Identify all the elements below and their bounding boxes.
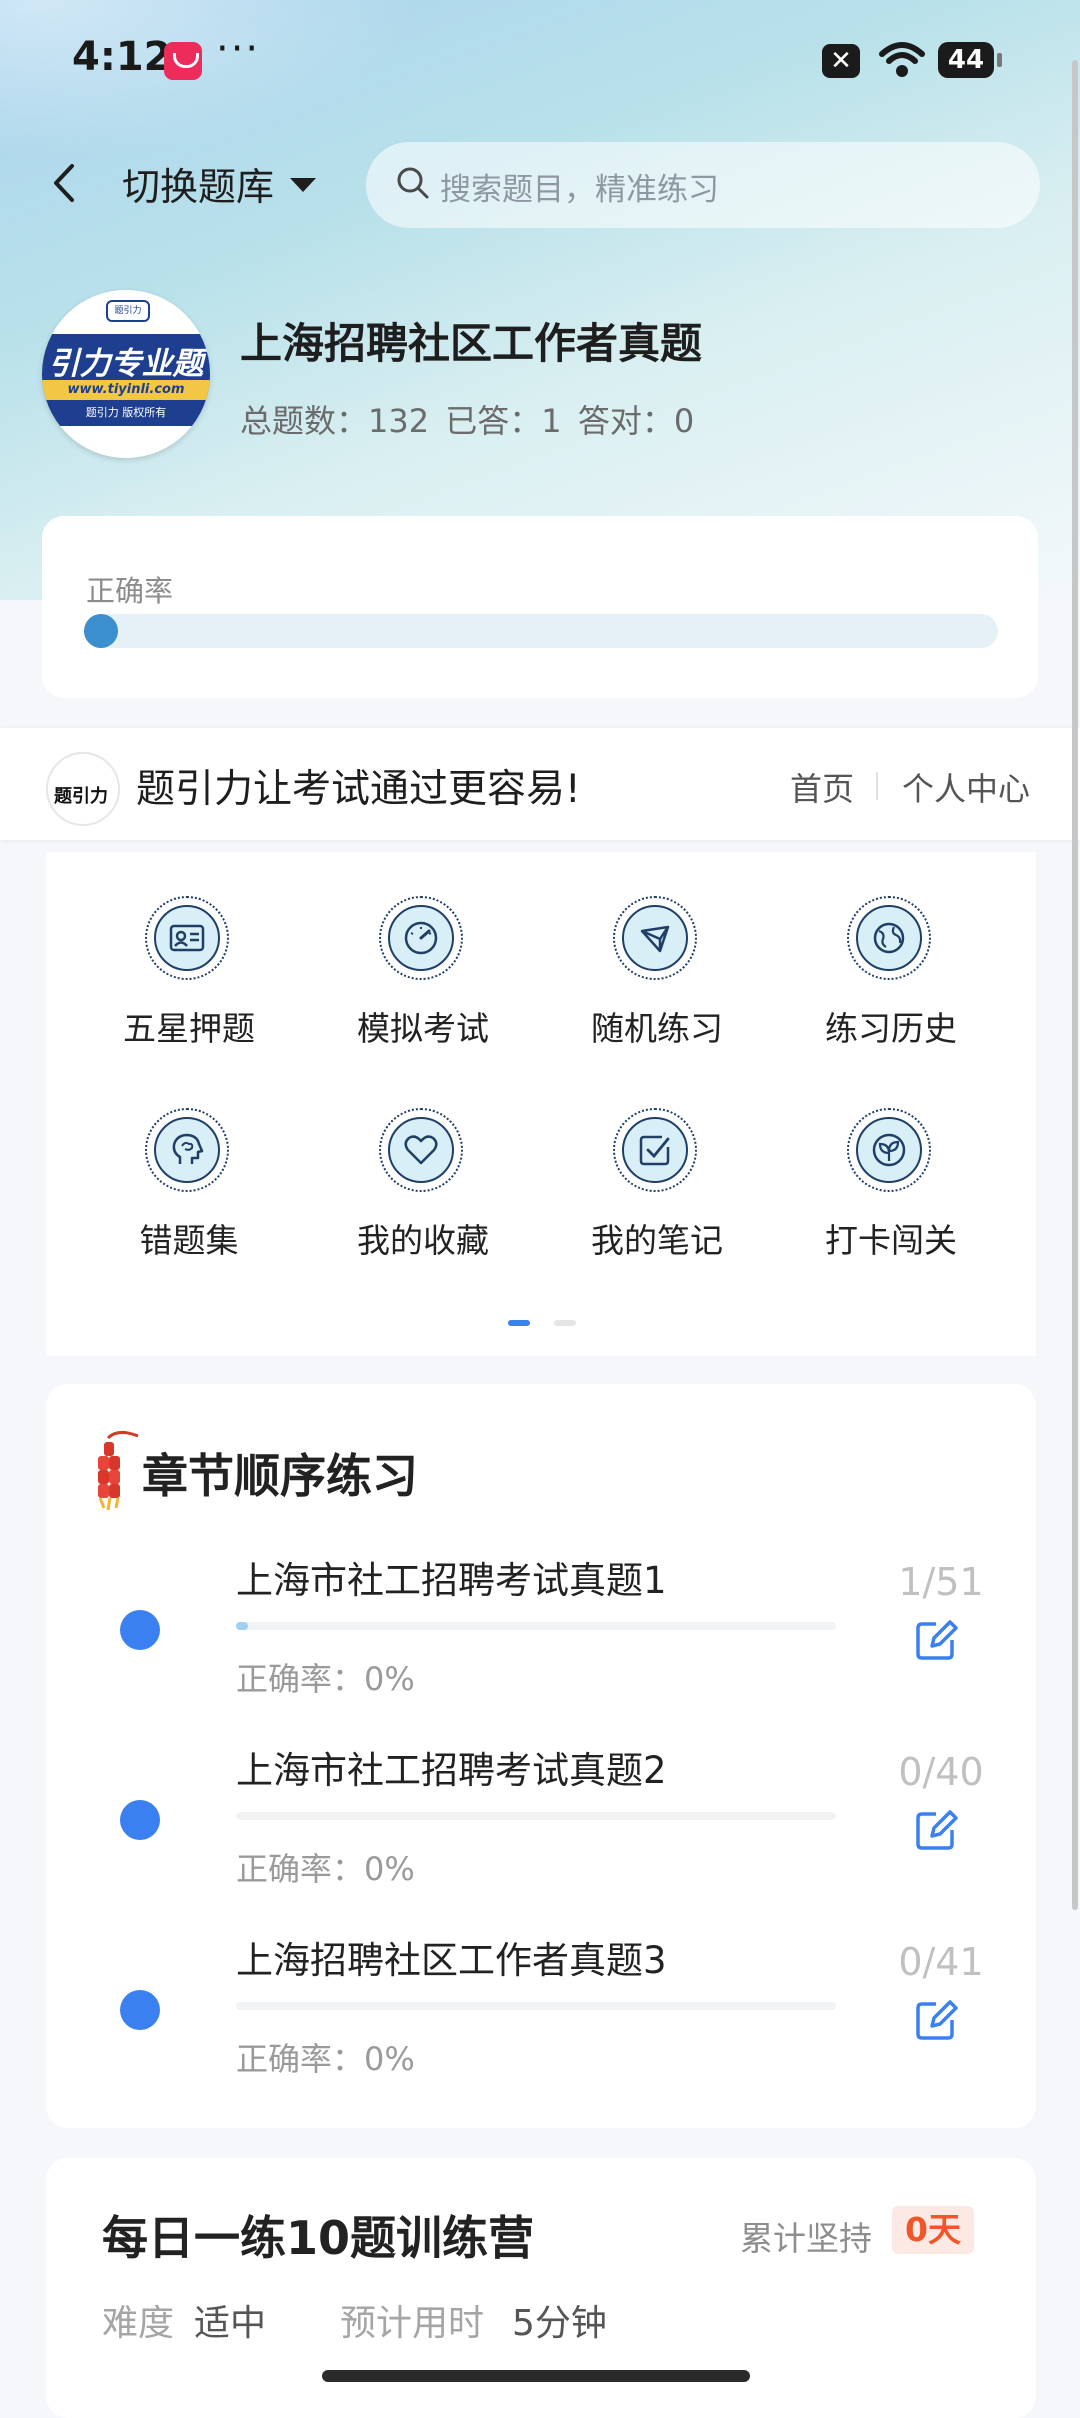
search-placeholder: 搜索题目，精准练习 [440, 172, 719, 208]
feature-mock-exam[interactable]: 模拟考试 [323, 852, 523, 1048]
chapter-progress-track [236, 1812, 836, 1820]
total-count: 总题数：132 [240, 402, 430, 440]
chapter-progress-track [236, 2002, 836, 2010]
answered-count: 已答：1 [445, 402, 562, 440]
feature-label: 错题集 [139, 1221, 239, 1260]
switch-bank-button[interactable]: 切换题库 [122, 156, 274, 211]
feature-wrong-questions[interactable]: 错题集 [89, 1064, 289, 1260]
chapter-item[interactable]: 上海市社工招聘考试真题1 正确率：0% 1/51 [46, 1550, 1036, 1740]
chapter-name: 上海市社工招聘考试真题2 [236, 1749, 667, 1792]
feature-notes[interactable]: 我的笔记 [557, 1064, 757, 1260]
app-banner: 题引力 题引力让考试通过更容易! 首页 个人中心 [0, 728, 1080, 840]
app-notification-icon [164, 42, 202, 80]
feature-label: 五星押题 [123, 1009, 255, 1048]
accuracy-progress-indicator [84, 614, 118, 648]
speedometer-icon [404, 921, 438, 955]
feature-random-practice[interactable]: 随机练习 [557, 852, 757, 1048]
feature-label: 模拟考试 [357, 1009, 489, 1048]
chapter-name: 上海招聘社区工作者真题3 [236, 1939, 667, 1982]
battery-icon: 44 [938, 42, 1002, 78]
scrollbar[interactable] [1072, 60, 1078, 1910]
chapter-bullet [120, 1610, 160, 1650]
search-bar[interactable]: 搜索题目，精准练习 [366, 142, 1040, 228]
time-value: 5分钟 [512, 2303, 607, 2344]
bank-logo: 题引力 引力专业题 www.tiyinli.com 题引力 版权所有 [42, 290, 210, 458]
edit-icon[interactable] [912, 1806, 960, 1854]
chapter-item[interactable]: 上海市社工招聘考试真题2 正确率：0% 0/40 [46, 1740, 1036, 1930]
logo-main-text: 引力专业题 [48, 346, 204, 382]
clock: 4:12 [72, 34, 172, 80]
chapter-accuracy: 正确率：0% [236, 1660, 415, 1698]
chapter-item[interactable]: 上海招聘社区工作者真题3 正确率：0% 0/41 [46, 1930, 1036, 2120]
chapter-accuracy: 正确率：0% [236, 2040, 415, 2078]
firecracker-icon [98, 1431, 139, 1511]
chapter-progress-track [236, 1622, 836, 1630]
accuracy-card: 正确率 [42, 516, 1038, 698]
head-brain-icon [172, 1133, 204, 1164]
bank-stats: 总题数：132 已答：1 答对：0 [240, 396, 700, 442]
daily-title: 每日一练10题训练营 [102, 2211, 535, 2265]
sprout-icon [872, 1133, 906, 1167]
bank-title: 上海招聘社区工作者真题 [240, 319, 703, 368]
chapter-count: 0/41 [898, 1940, 984, 1984]
chapter-section-title: 章节顺序练习 [142, 1449, 418, 1503]
logo-url: www.tiyinli.com [67, 382, 185, 397]
logo-badge: 题引力 [106, 300, 150, 322]
feature-favorites[interactable]: 我的收藏 [323, 1064, 523, 1260]
banner-divider [876, 772, 878, 800]
feature-label: 我的笔记 [591, 1221, 723, 1260]
edit-icon[interactable] [912, 1996, 960, 2044]
heart-icon [404, 1135, 438, 1165]
page-dot-active [508, 1320, 530, 1326]
difficulty-value: 适中 [194, 2303, 267, 2344]
time-label: 预计用时 [340, 2303, 485, 2344]
status-bar: 4:12 ··· ✕ 44 [0, 0, 1080, 120]
feature-grid: 五星押题 模拟考试 随机练习 练习历史 错题集 我的收藏 我的笔记 打卡闯关 [46, 852, 1036, 1356]
feature-label: 我的收藏 [357, 1221, 489, 1260]
feature-check-in[interactable]: 打卡闯关 [791, 1064, 991, 1260]
check-note-icon [639, 1135, 670, 1166]
search-icon [397, 167, 429, 199]
id-card-icon [169, 924, 205, 952]
persist-days-badge: 0天 [892, 2206, 974, 2254]
back-icon[interactable] [44, 158, 84, 208]
difficulty-label: 难度 [102, 2303, 175, 2344]
user-center-link[interactable]: 个人中心 [902, 764, 1030, 810]
chapter-bullet [120, 1800, 160, 1840]
feature-label: 打卡闯关 [825, 1221, 957, 1260]
persist-label: 累计坚持 [740, 2219, 872, 2258]
feature-five-star[interactable]: 五星押题 [89, 852, 289, 1048]
accuracy-label: 正确率 [86, 574, 174, 608]
chapter-count: 1/51 [898, 1560, 984, 1604]
close-notification-icon: ✕ [822, 44, 860, 78]
accuracy-progress-track [84, 614, 998, 648]
more-notifications-icon: ··· [216, 26, 261, 72]
banner-slogan: 题引力让考试通过更容易! [136, 767, 581, 812]
globe-icon [873, 922, 905, 954]
logo-copyright: 题引力 版权所有 [85, 406, 167, 419]
edit-icon[interactable] [912, 1616, 960, 1664]
home-indicator[interactable] [322, 2370, 750, 2382]
chapter-name: 上海市社工招聘考试真题1 [236, 1559, 667, 1602]
chapter-practice-card: 章节顺序练习 上海市社工招聘考试真题1 正确率：0% 1/51 上海市社工招聘考… [46, 1384, 1036, 2128]
feature-history[interactable]: 练习历史 [791, 852, 991, 1048]
feature-label: 练习历史 [825, 1009, 957, 1048]
chapter-bullet [120, 1990, 160, 2030]
chapter-progress-fill [236, 1622, 248, 1630]
page-dot [554, 1320, 576, 1326]
correct-count: 答对：0 [577, 402, 695, 440]
chapter-count: 0/40 [898, 1750, 984, 1794]
caret-down-icon[interactable] [290, 178, 316, 192]
home-link[interactable]: 首页 [790, 764, 854, 810]
chapter-accuracy: 正确率：0% [236, 1850, 415, 1888]
wifi-icon [879, 42, 925, 77]
brand-logo: 题引力 [46, 752, 120, 826]
random-shape-icon [640, 925, 670, 953]
feature-label: 随机练习 [591, 1009, 723, 1048]
